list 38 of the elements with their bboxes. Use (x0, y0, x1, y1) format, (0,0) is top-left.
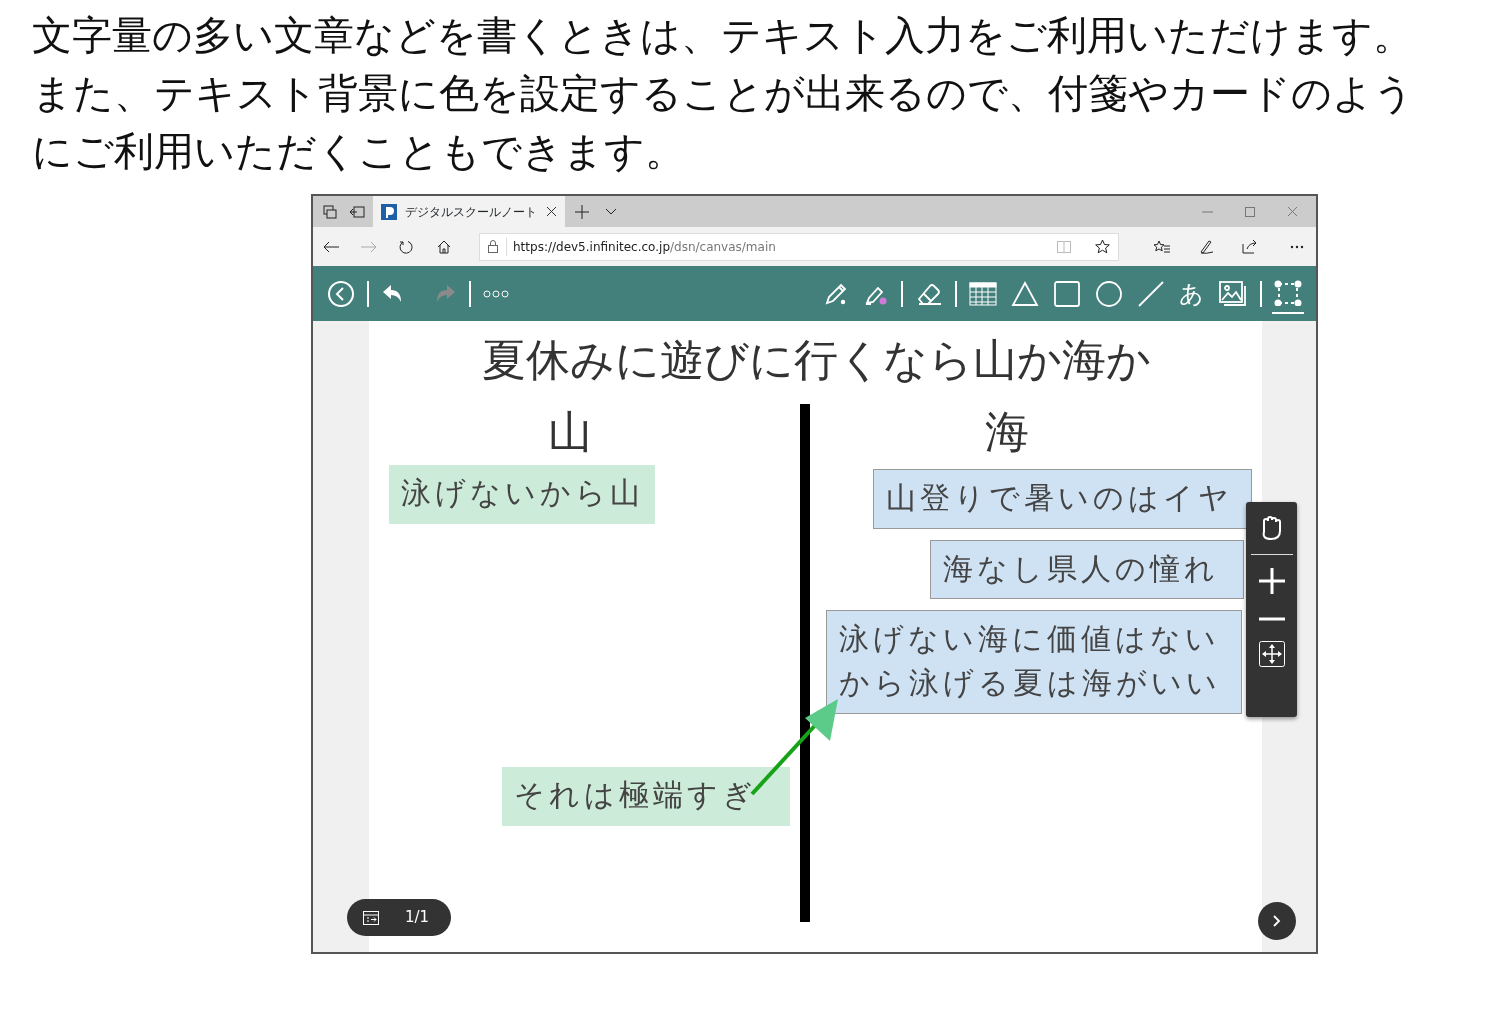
sticky-note: 泳げないから山 (389, 465, 655, 524)
canvas-title: 夏休みに遊びに行くなら山か海か (481, 333, 1152, 387)
set-aside-icon[interactable] (349, 205, 365, 218)
next-page-button[interactable] (1258, 902, 1296, 940)
sticky-note: 泳げない海に価値はないから泳げる夏は海がいい (826, 610, 1242, 714)
more-icon[interactable] (1290, 244, 1304, 249)
tab-title: デジタルスクールノート (405, 203, 538, 221)
browser-tab[interactable]: デジタルスクールノート (373, 196, 565, 227)
lock-icon (488, 240, 498, 253)
sticky-note: 海なし県人の憧れ (930, 540, 1244, 599)
chevron-right-icon (1273, 915, 1281, 927)
new-tab-icon[interactable] (575, 204, 589, 219)
back-arrow-icon[interactable] (323, 240, 339, 253)
home-icon[interactable] (437, 239, 451, 254)
column-heading: 山 (548, 405, 592, 459)
fit-icon[interactable] (1258, 641, 1285, 667)
maximize-icon[interactable] (1245, 206, 1255, 217)
paragraph: 文字量の多い文章などを書くときは、テキスト入力をご利用いただけます。 (32, 11, 1414, 60)
column-heading: 海 (985, 405, 1029, 459)
close-icon[interactable] (546, 206, 557, 217)
star-icon[interactable] (1095, 239, 1110, 254)
page-list-icon[interactable] (363, 910, 379, 925)
zoom-in-icon[interactable] (1257, 567, 1286, 595)
pen-icon[interactable] (1198, 238, 1214, 255)
chevron-down-icon[interactable] (605, 207, 617, 216)
app-logo-icon (381, 203, 397, 220)
share-icon[interactable] (1242, 239, 1258, 254)
page-number: 1/1 (405, 907, 430, 929)
sticky-note: それは極端すぎ (502, 767, 790, 826)
url-text: https://dev5.infinitec.co.jp/dsn/canvas/main (506, 237, 1049, 256)
sticky-note: 山登りで暑いのはイヤ (873, 469, 1252, 529)
tabs-aside-icon[interactable] (323, 204, 337, 219)
address-bar[interactable]: https://dev5.infinitec.co.jp/dsn/canvas/main (479, 232, 1119, 261)
refresh-icon[interactable] (399, 239, 413, 254)
favorites-icon[interactable] (1153, 239, 1170, 254)
text-tool[interactable]: あ (1177, 273, 1206, 314)
paragraph: また、テキスト背景に色を設定することが出来るので、付箋やカードのようにご利用いただくこともできます。 (32, 69, 1415, 176)
zoom-out-icon[interactable] (1257, 617, 1286, 621)
